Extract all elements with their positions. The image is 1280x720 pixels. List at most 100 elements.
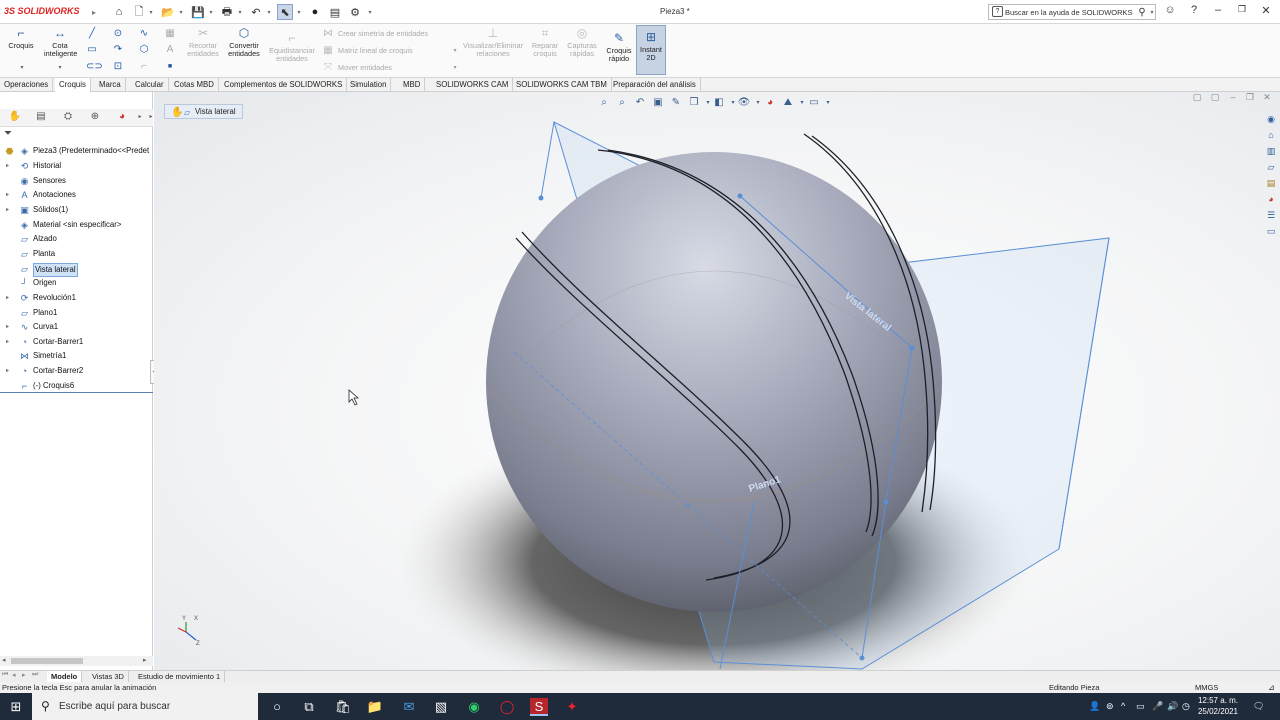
user-tray-icon[interactable]: 👤 (1089, 701, 1100, 712)
zoom-to-area-icon[interactable]: ⌕ (615, 96, 629, 110)
view-settings-dropdown-icon[interactable]: ▾ (821, 96, 835, 110)
sketch-button[interactable]: ⌐ Croquis (6, 26, 36, 50)
options-dropdown-icon[interactable]: ▾ (367, 4, 373, 20)
viewport-tile-icon[interactable]: ▢ (1208, 92, 1222, 104)
point-icon[interactable]: ⊡ (112, 61, 124, 73)
smart-dimension-button[interactable]: ↔ Cota inteligente (44, 26, 77, 58)
tree-item[interactable]: ▸ A Anotaciones (0, 188, 153, 202)
tree-item[interactable]: ┘ Origen (0, 276, 153, 290)
tree-item[interactable]: ▱ Vista lateral (0, 262, 153, 277)
open-dropdown-icon[interactable]: ▾ (178, 4, 184, 20)
polygon-icon[interactable]: ⬡ (138, 44, 150, 56)
file-properties-icon[interactable]: ▤ (327, 4, 343, 20)
display-delete-relations-button[interactable]: ⊥ Visualizar/Eliminar relaciones (460, 26, 526, 58)
trim-entities-button[interactable]: ✂ Recortar entidades (184, 26, 222, 58)
mirror-entities-label[interactable]: Crear simetría de entidades (338, 29, 428, 38)
solidworks-resources-icon[interactable]: ◉ (1264, 112, 1278, 126)
linear-pattern-label[interactable]: Matriz lineal de croquis (338, 46, 413, 55)
hide-show-items-icon[interactable]: 👁 (737, 96, 751, 110)
tab-cotas-mbd[interactable]: Cotas MBD (170, 78, 219, 92)
battery-icon[interactable]: ▭ (1136, 701, 1145, 712)
show-hidden-icons-icon[interactable]: ^ (1121, 701, 1125, 711)
expand-arrow-icon[interactable]: ▸ (6, 159, 9, 173)
tab-croquis[interactable]: Croquis (55, 78, 91, 92)
dynamic-annotation-icon[interactable]: ✎ (669, 96, 683, 110)
configuration-manager-tab-icon[interactable]: ⛭ (59, 110, 77, 124)
view-orientation-icon[interactable]: ❒ (687, 96, 701, 110)
mail-icon[interactable]: ✉ (400, 698, 418, 716)
sketch-point[interactable] (737, 193, 743, 199)
previous-view-icon[interactable]: ↶ (633, 96, 647, 110)
file-explorer-icon[interactable]: 📁 (366, 698, 384, 716)
zoom-to-fit-icon[interactable]: ⌕ (597, 96, 611, 110)
tree-item[interactable]: ▸ ◔ Cortar-Barrer1 (0, 335, 153, 349)
tab-nav-prev-icon[interactable]: ◂ (12, 671, 16, 679)
tree-item[interactable]: ▸ ◔ Cortar-Barrer2 (0, 364, 153, 378)
opera-icon[interactable]: ◯ (498, 698, 516, 716)
dimxpert-tab-icon[interactable]: ⊕ (86, 110, 104, 124)
windows-start-icon[interactable]: ⊞ (7, 698, 25, 716)
spline-icon[interactable]: ∿ (138, 28, 150, 40)
scroll-left-icon[interactable]: ◂ (2, 656, 6, 664)
tab-operaciones[interactable]: Operaciones (0, 78, 54, 92)
tree-item[interactable]: ▸ ⟲ Historial (0, 159, 153, 173)
status-resize-icon[interactable]: ⊿ (1268, 682, 1275, 693)
save-icon[interactable]: 💾 (190, 4, 206, 20)
slot-icon[interactable]: ⊂⊃ (86, 61, 103, 73)
expand-arrow-icon[interactable]: ▸ (6, 320, 9, 334)
people-tray-icon[interactable]: ⊚ (1106, 701, 1114, 712)
tab-nav-first-icon[interactable]: ⏮ (2, 671, 8, 679)
forum-icon[interactable]: ▭ (1264, 224, 1278, 238)
sketch-dropdown-icon[interactable]: ▾ (16, 62, 28, 74)
appearances-icon[interactable]: ▤ (1264, 176, 1278, 190)
arc-icon[interactable]: ↷ (112, 44, 124, 56)
viewport-close-icon[interactable]: ✕ (1260, 92, 1274, 104)
tab-preparacion-analisis[interactable]: Preparación del análisis (609, 78, 701, 92)
tab-nav-next-icon[interactable]: ▸ (22, 671, 26, 679)
tab-simulation[interactable]: Simulation (346, 78, 392, 92)
tab-nav-last-icon[interactable]: ⏭ (32, 671, 38, 679)
system-clock[interactable]: 12:57 a. m. 25/02/2021 (1196, 695, 1240, 717)
breadcrumb[interactable]: ✋ ▱ Vista lateral (164, 104, 243, 119)
tree-horizontal-scrollbar[interactable]: ◂ ▸ (0, 656, 153, 666)
user-account-icon[interactable]: ☺ (1161, 4, 1179, 20)
select-dropdown-icon[interactable]: ▾ (296, 4, 302, 20)
view-settings-icon[interactable]: ▭ (807, 96, 821, 110)
tree-item[interactable]: ▱ Alzado (0, 232, 153, 246)
viewport-split-icon[interactable]: ▢ (1190, 92, 1204, 104)
rebuild-icon[interactable]: ● (307, 4, 323, 20)
custom-properties-icon[interactable]: ☰ (1264, 208, 1278, 222)
microphone-icon[interactable]: 🎤 (1152, 701, 1163, 712)
convert-entities-button[interactable]: ⬡ Convertir entidades (225, 26, 263, 58)
feature-manager-tab-icon[interactable]: ✋ (6, 110, 24, 124)
viewport-minimize-icon[interactable]: – (1226, 92, 1240, 104)
tab-marca[interactable]: Marca (95, 78, 126, 92)
print-icon[interactable]: 🖶 (219, 4, 235, 20)
rapid-sketch-button[interactable]: ✎ Croquis rápido (603, 31, 635, 63)
tab-calcular[interactable]: Calcular (131, 78, 169, 92)
sketch-point[interactable] (538, 195, 544, 201)
new-dropdown-icon[interactable]: ▾ (148, 4, 154, 20)
display-style-icon[interactable]: ◧ (712, 96, 726, 110)
model-viewport[interactable]: Vista lateral Plano1 X Y Z (154, 92, 1280, 670)
dimension-dropdown-icon[interactable]: ▾ (54, 62, 66, 74)
tab-solidworks-cam[interactable]: SOLIDWORKS CAM (432, 78, 514, 92)
expand-arrow-icon[interactable]: ▸ (6, 291, 9, 305)
home-icon[interactable]: ⌂ (111, 4, 127, 20)
tab-complementos[interactable]: Complementos de SOLIDWORKS (220, 78, 348, 92)
expand-arrow-icon[interactable]: ▸ (6, 203, 9, 217)
tree-item[interactable]: ▸ ⟳ Revolución1 (0, 291, 153, 305)
edit-appearance-icon[interactable]: ◕ (763, 96, 777, 110)
help-search-input[interactable]: ? Buscar en la ayuda de SOLIDWORKS (988, 4, 1156, 20)
expand-arrow-icon[interactable]: ▸ (6, 188, 9, 202)
tree-item[interactable]: ⌐ (-) Croquis6 (0, 379, 153, 393)
store-icon[interactable]: 🛍 (334, 698, 352, 716)
text-icon[interactable]: A (164, 44, 176, 56)
search-icon[interactable]: ⚲ (1134, 4, 1150, 20)
spotify-icon[interactable]: ◉ (465, 698, 483, 716)
rectangle-icon[interactable]: ▭ (86, 44, 98, 56)
design-library-icon[interactable]: ⌂ (1264, 128, 1278, 142)
tree-item[interactable]: ◈ Material <sin especificar> (0, 218, 153, 232)
circle-icon[interactable]: ⊙ (112, 28, 124, 40)
offset-entities-button[interactable]: ⌐ Equidistanciar entidades (266, 31, 318, 63)
